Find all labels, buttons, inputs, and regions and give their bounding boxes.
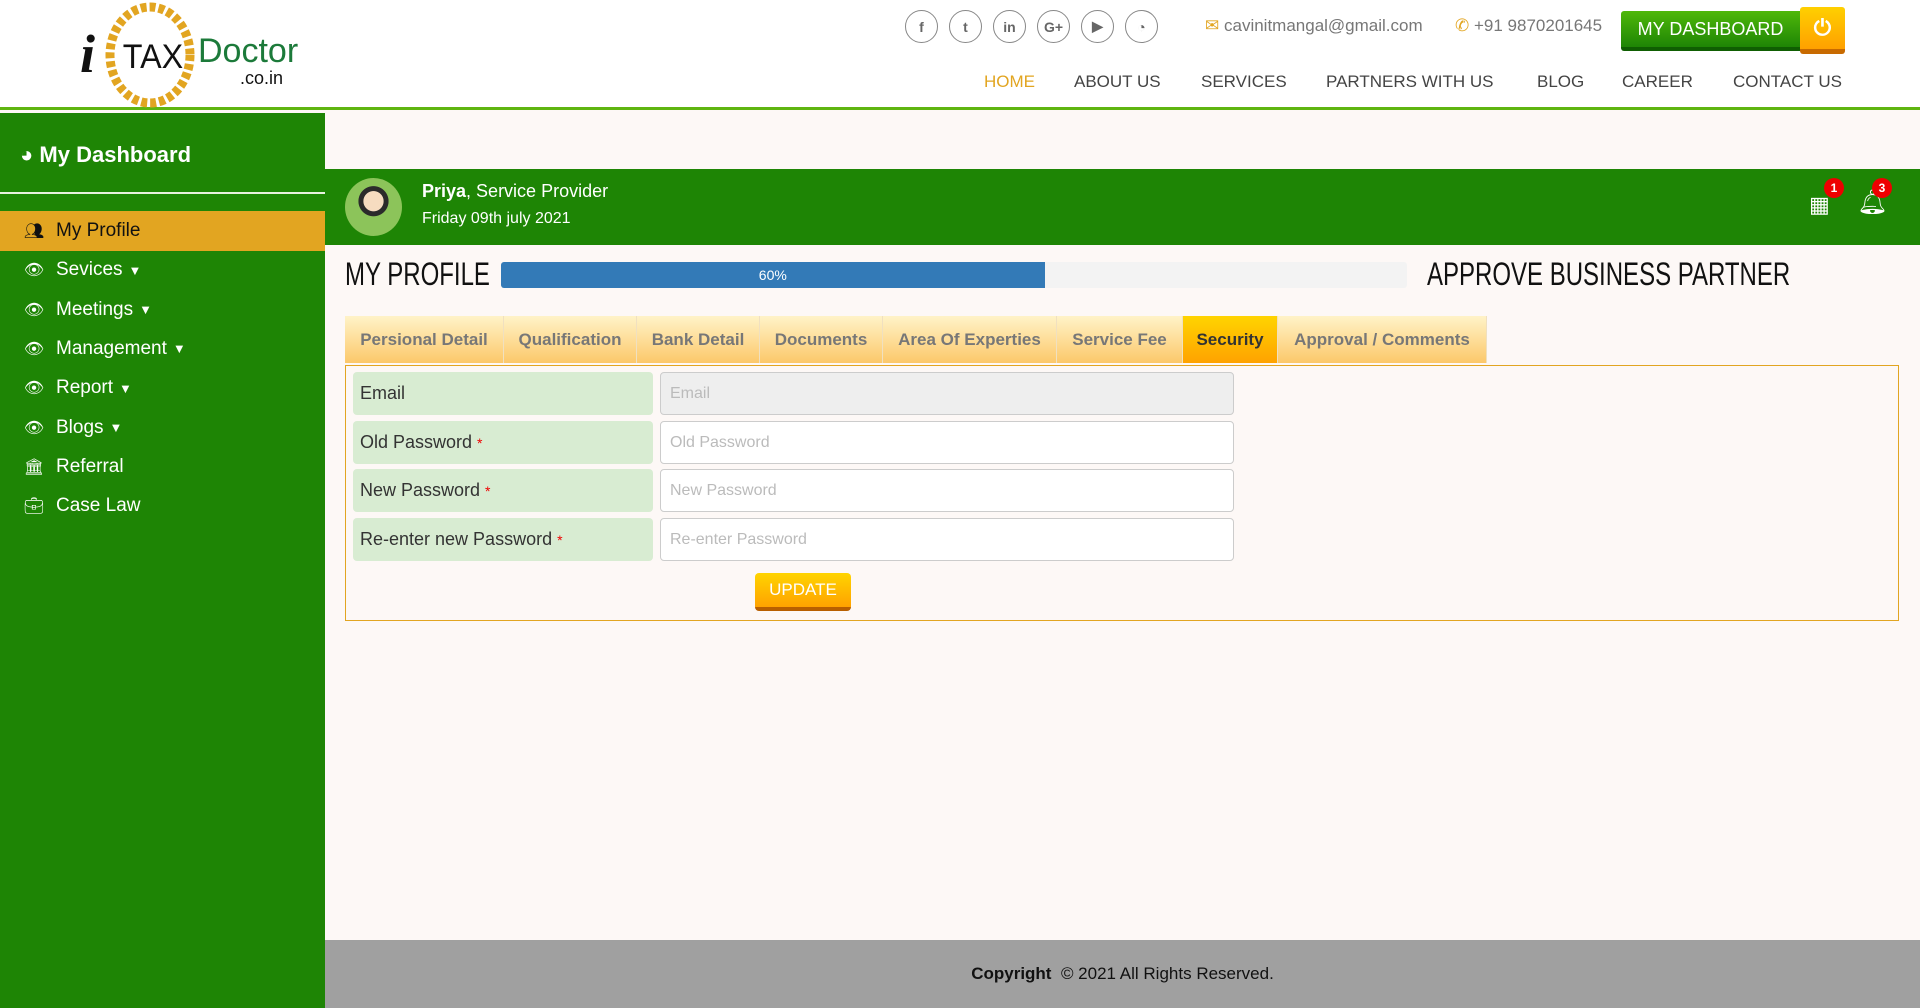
tab-area-of-experties[interactable]: Area Of Experties <box>883 316 1057 363</box>
sidebar-item-referral[interactable]: 🏛︎ Referral <box>0 447 325 487</box>
field-label-text: Re-enter new Password <box>360 529 553 549</box>
linkedin-icon[interactable]: in <box>993 10 1026 43</box>
sidebar-item-label: Blogs <box>56 416 104 438</box>
sidebar-item-report[interactable]: 👁︎ Report ▼ <box>0 368 325 408</box>
field-label: Email <box>353 372 653 415</box>
new-password-input[interactable] <box>660 469 1234 512</box>
phone-text: +91 9870201645 <box>1473 16 1603 35</box>
dashboard-icon: ◕ <box>20 142 34 167</box>
tab-bank-detail[interactable]: Bank Detail <box>637 316 760 363</box>
progress-fill: 60% <box>501 262 1045 288</box>
user-role: , Service Provider <box>466 181 609 201</box>
sidebar-title[interactable]: ◕ My Dashboard <box>20 142 191 168</box>
site-header: i TAX Doctor .co.in f t in G+ ▶ ◔ ✉ cavinitma… <box>0 0 1920 110</box>
notification-badge: 3 <box>1872 178 1892 198</box>
nav-services[interactable]: SERVICES <box>1201 72 1287 92</box>
sidebar-item-meetings[interactable]: 👁︎ Meetings ▼ <box>0 290 325 330</box>
sidebar-item-label: Referral <box>56 455 124 477</box>
svg-text:i: i <box>80 24 95 84</box>
contact-phone[interactable]: ✆ +91 9870201645 <box>1455 16 1602 36</box>
svg-text:.co.in: .co.in <box>240 68 283 88</box>
caret-down-icon: ▼ <box>119 380 132 396</box>
svg-text:TAX: TAX <box>123 38 183 76</box>
approve-title: APPROVE BUSINESS PARTNER <box>1427 256 1791 292</box>
sidebar-item-label: Sevices <box>56 259 123 281</box>
sidebar-item-blogs[interactable]: 👁︎ Blogs ▼ <box>0 408 325 448</box>
email-text: cavinitmangal@gmail.com <box>1223 16 1423 35</box>
power-icon[interactable]: ⏻ <box>1800 7 1845 54</box>
user-first-name: Priya <box>422 181 467 201</box>
eye-icon: 👁︎ <box>23 380 45 398</box>
sidebar-item-label: Management <box>56 337 167 359</box>
briefcase-icon: 💼︎ <box>23 498 45 516</box>
users-icon: 👥︎ <box>23 223 45 240</box>
footer-copyright-label: Copyright <box>971 964 1052 983</box>
field-label-text: New Password <box>360 480 481 500</box>
required-mark: * <box>477 434 483 451</box>
field-label-text: Email <box>360 383 406 403</box>
phone-icon: ✆ <box>1455 16 1470 35</box>
facebook-icon[interactable]: f <box>905 10 938 43</box>
caret-down-icon: ▼ <box>139 302 152 318</box>
footer-text: © 2021 All Rights Reserved. <box>1060 964 1274 983</box>
user-date: Friday 09th july 2021 <box>422 210 571 227</box>
sidebar-divider <box>0 192 325 194</box>
required-mark: * <box>485 482 491 499</box>
avatar <box>345 178 402 236</box>
tab-documents[interactable]: Documents <box>760 316 883 363</box>
sidebar-item-label: Case Law <box>56 495 141 517</box>
envelope-icon: ✉ <box>1205 16 1220 35</box>
sidebar-title-text: My Dashboard <box>39 142 192 167</box>
page-title: MY PROFILE <box>345 256 490 292</box>
rss-icon[interactable]: ◔ <box>1125 10 1158 43</box>
logo[interactable]: i TAX Doctor .co.in <box>80 2 320 108</box>
old-password-input[interactable] <box>660 421 1234 464</box>
sidebar-item-sevices[interactable]: 👁︎ Sevices ▼ <box>0 250 325 290</box>
footer: Copyright © 2021 All Rights Reserved. <box>325 940 1920 1008</box>
tab-qualification[interactable]: Qualification <box>504 316 637 363</box>
google-plus-icon[interactable]: G+ <box>1037 10 1070 43</box>
calendar-icon[interactable]: ▦ <box>1809 192 1830 218</box>
tab-approval-comments[interactable]: Approval / Comments <box>1278 316 1487 363</box>
sidebar-item-my-profile[interactable]: 👥︎ My Profile <box>0 211 325 251</box>
field-label-text: Old Password <box>360 432 473 452</box>
twitter-icon[interactable]: t <box>949 10 982 43</box>
tab-service-fee[interactable]: Service Fee <box>1057 316 1183 363</box>
eye-icon: 👁︎ <box>23 419 45 437</box>
nav-about-us[interactable]: ABOUT US <box>1074 72 1161 92</box>
sidebar-item-management[interactable]: 👁︎ Management ▼ <box>0 329 325 369</box>
sidebar-item-label: Report <box>56 377 114 399</box>
sidebar-item-case-law[interactable]: 💼︎ Case Law <box>0 486 325 526</box>
profile-progress-bar: 60% <box>501 262 1407 288</box>
eye-icon: 👁︎ <box>23 262 45 280</box>
youtube-icon[interactable]: ▶ <box>1081 10 1114 43</box>
nav-career[interactable]: CAREER <box>1622 72 1693 92</box>
contact-email[interactable]: ✉ cavinitmangal@gmail.com <box>1205 16 1423 36</box>
caret-down-icon: ▼ <box>128 262 142 278</box>
caret-down-icon: ▼ <box>172 341 186 357</box>
re-enter-new-password-input[interactable] <box>660 518 1234 561</box>
email-input[interactable] <box>660 372 1234 415</box>
update-button[interactable]: UPDATE <box>755 573 851 611</box>
tab-persional-detail[interactable]: Persional Detail <box>345 316 504 363</box>
eye-icon: 👁︎ <box>23 301 45 319</box>
bank-icon: 🏛︎ <box>23 458 45 476</box>
svg-text:Doctor: Doctor <box>198 32 298 70</box>
field-label: Re-enter new Password * <box>353 518 653 561</box>
tab-security[interactable]: Security <box>1183 316 1278 363</box>
field-label: New Password * <box>353 469 653 512</box>
calendar-badge: 1 <box>1824 178 1844 198</box>
my-dashboard-button[interactable]: MY DASHBOARD <box>1621 11 1800 51</box>
nav-blog[interactable]: BLOG <box>1537 72 1584 92</box>
sidebar-item-label: Meetings <box>56 298 134 320</box>
nav-contact-us[interactable]: CONTACT US <box>1733 72 1842 92</box>
sidebar-item-label: My Profile <box>56 220 141 241</box>
field-label: Old Password * <box>353 421 653 464</box>
required-mark: * <box>557 531 563 548</box>
nav-home[interactable]: HOME <box>984 72 1035 92</box>
eye-icon: 👁︎ <box>23 340 45 358</box>
user-name: Priya, Service Provider <box>422 181 608 202</box>
nav-partners-with-us[interactable]: PARTNERS WITH US <box>1326 72 1494 92</box>
caret-down-icon: ▼ <box>109 420 123 435</box>
